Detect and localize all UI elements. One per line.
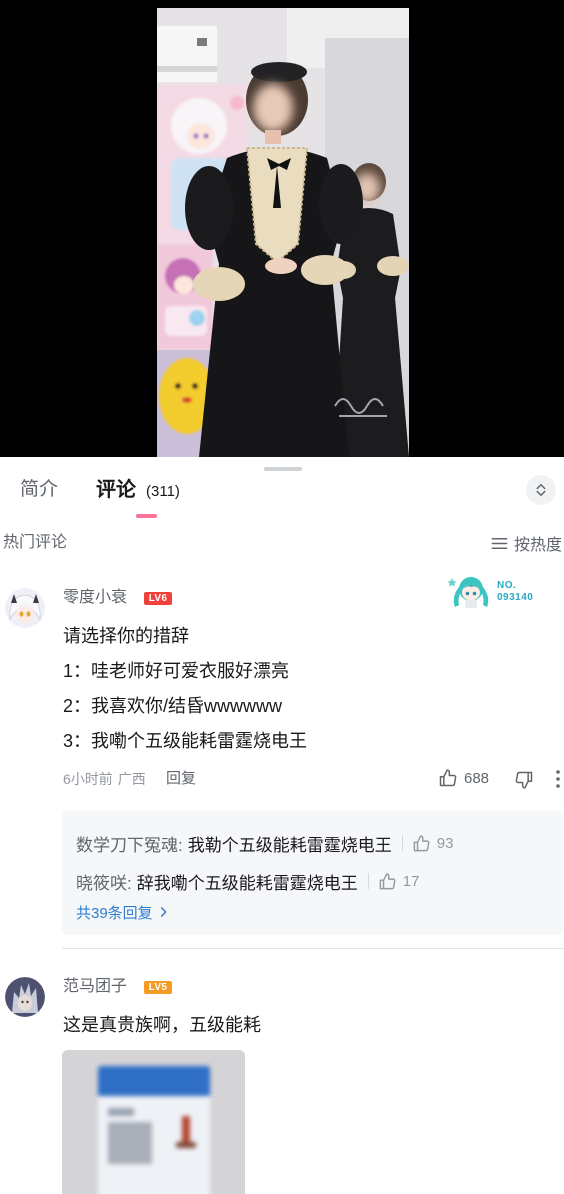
reply-text: 辞我嘞个五级能耗雷霆烧电王 bbox=[136, 873, 358, 893]
energy-label-header bbox=[98, 1066, 210, 1096]
like-count: 688 bbox=[464, 770, 490, 787]
sleeve-ruffle-left bbox=[193, 267, 245, 301]
avatar[interactable] bbox=[5, 588, 45, 628]
red-object-base bbox=[176, 1142, 196, 1148]
username[interactable]: 零度小衰 bbox=[63, 588, 127, 608]
reply-separator bbox=[401, 835, 403, 851]
sleeve-ruffle-right bbox=[301, 255, 349, 285]
thumbs-up-icon bbox=[439, 769, 457, 787]
fan-badge[interactable]: NO. 093140 bbox=[447, 574, 541, 608]
sort-label: 按热度 bbox=[514, 537, 563, 554]
chevron-right-icon bbox=[160, 907, 167, 917]
comment-time: 6小时前 bbox=[63, 771, 113, 787]
comment-image-content bbox=[62, 1050, 245, 1194]
video-player[interactable] bbox=[0, 0, 564, 457]
drag-handle[interactable] bbox=[264, 467, 302, 471]
comment-count: (311) bbox=[146, 483, 180, 500]
comment-text-line: 2：我喜欢你/结昏wwwwww bbox=[63, 696, 283, 716]
reply-like-count: 93 bbox=[436, 834, 454, 852]
view-all-replies-label: 共39条回复 bbox=[76, 904, 153, 922]
avatar-image bbox=[5, 588, 45, 628]
level-badge: LV6 bbox=[144, 592, 172, 605]
comment-location: 广西 bbox=[117, 771, 146, 787]
comment-meta: 6小时前 广西 bbox=[63, 769, 146, 789]
sort-lines-icon bbox=[491, 537, 508, 549]
reply-text: 我勒个五级能耗雷霆烧电王 bbox=[187, 835, 392, 855]
reply-item[interactable]: 数学刀下冤魂: 我勒个五级能耗雷霆烧电王 93 bbox=[76, 831, 454, 856]
avatar[interactable] bbox=[5, 977, 45, 1017]
energy-label-line bbox=[108, 1108, 134, 1116]
fan-badge-number: 093140 bbox=[497, 592, 534, 603]
comment-image[interactable] bbox=[62, 1050, 245, 1194]
view-all-replies-link[interactable]: 共39条回复 bbox=[76, 901, 171, 923]
reply-item[interactable]: 晓筱咲: 辞我嘞个五级能耗雷霆烧电王 17 bbox=[76, 869, 420, 894]
thumbs-up-icon[interactable] bbox=[378, 872, 397, 891]
tab-comments-label: 评论 bbox=[96, 479, 136, 501]
hot-comments-label: 热门评论 bbox=[3, 534, 68, 551]
reply-like-count: 17 bbox=[402, 872, 420, 890]
level-badge: LV5 bbox=[144, 981, 172, 994]
reply-author[interactable]: 数学刀下冤魂: bbox=[76, 831, 183, 856]
reply-separator bbox=[367, 873, 369, 889]
red-object bbox=[182, 1116, 190, 1144]
comment-text-line: 3：我嘞个五级能耗雷霆烧电王 bbox=[63, 731, 308, 751]
fan-badge-character bbox=[447, 577, 489, 608]
expand-collapse-button[interactable] bbox=[526, 475, 556, 505]
video-scene bbox=[157, 8, 409, 457]
energy-label-grade-block bbox=[108, 1122, 152, 1164]
comment-divider bbox=[62, 948, 564, 949]
comment-text-line: 1：哇老师好可爱衣服好漂亮 bbox=[63, 661, 290, 681]
comment-text-line: 请选择你的措辞 bbox=[63, 626, 189, 646]
active-tab-indicator bbox=[136, 514, 157, 518]
expand-collapse-icon bbox=[536, 484, 546, 496]
comments-page: 简介 评论 (311) 热门评论 按热度 零度小衰 LV6 NO. 093140… bbox=[0, 0, 564, 1194]
username[interactable]: 范马团子 bbox=[63, 977, 127, 997]
tab-intro[interactable]: 简介 bbox=[20, 478, 58, 502]
reply-button[interactable]: 回复 bbox=[166, 769, 196, 789]
more-vertical-icon bbox=[556, 770, 560, 788]
more-options-button[interactable] bbox=[552, 768, 564, 790]
replies-preview: 数学刀下冤魂: 我勒个五级能耗雷霆烧电王 93 晓筱咲: 辞我嘞个五级能耗雷霆烧… bbox=[62, 811, 563, 935]
tab-comments[interactable]: 评论 (311) bbox=[96, 477, 180, 503]
like-button[interactable] bbox=[438, 768, 458, 788]
thumbs-up-icon[interactable] bbox=[412, 834, 431, 853]
comment-text-line: 这是真贵族啊，五级能耗 bbox=[63, 1015, 261, 1035]
air-conditioner bbox=[157, 26, 217, 82]
video-frame[interactable] bbox=[157, 8, 409, 457]
reply-author[interactable]: 晓筱咲: bbox=[76, 869, 132, 894]
dislike-button[interactable] bbox=[514, 770, 534, 790]
thumbs-down-icon bbox=[515, 771, 533, 789]
sort-button[interactable]: 按热度 bbox=[490, 532, 562, 554]
avatar-image bbox=[5, 977, 45, 1017]
fan-badge-prefix: NO. bbox=[497, 580, 517, 591]
